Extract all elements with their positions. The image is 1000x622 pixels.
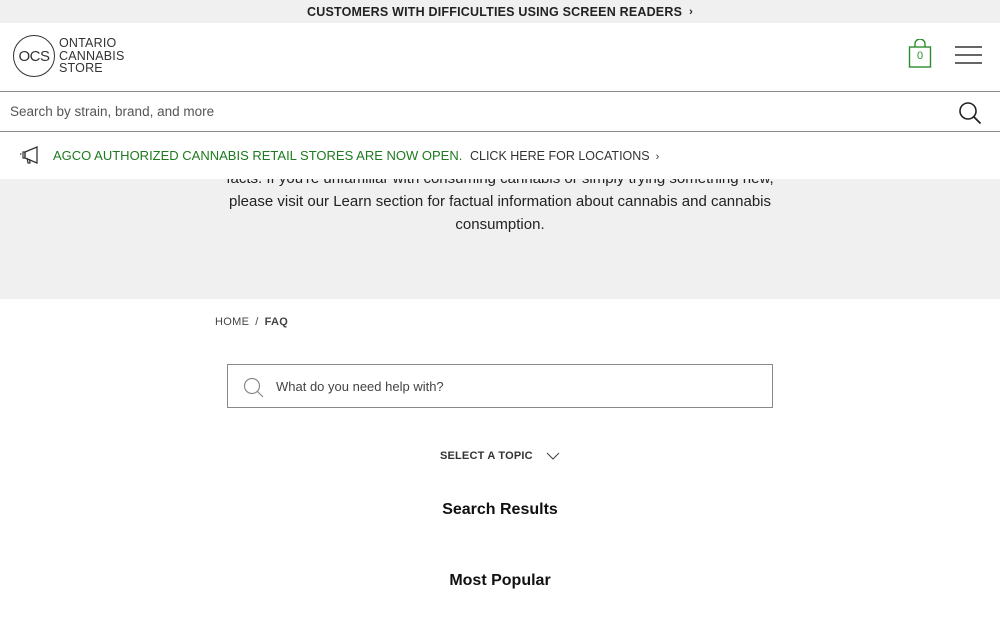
search-icon[interactable]	[958, 101, 982, 125]
chevron-right-icon: ›	[655, 151, 660, 163]
locations-link[interactable]: CLICK HERE FOR LOCATIONS ›	[470, 149, 659, 163]
intro-text: facts. If you're unfamiliar with consumi…	[226, 179, 773, 233]
intro-section: facts. If you're unfamiliar with consumi…	[0, 179, 1000, 299]
logo-line-3: STORE	[59, 61, 103, 76]
logo-line-1: ONTARIO	[59, 36, 117, 51]
help-search-box	[227, 364, 773, 408]
hamburger-menu-icon	[955, 46, 982, 64]
chevron-down-icon	[546, 452, 560, 460]
site-header: OCS ONTARIO CANNABIS STORE 0	[0, 23, 1000, 92]
site-search-input[interactable]	[0, 92, 940, 131]
most-popular-heading: Most Popular	[449, 572, 551, 589]
breadcrumb-home[interactable]: HOME	[215, 316, 249, 328]
chevron-right-icon: ›	[689, 5, 693, 18]
site-search-bar	[0, 92, 1000, 132]
menu-button[interactable]	[955, 45, 982, 65]
announcement-message: AGCO AUTHORIZED CANNABIS RETAIL STORES A…	[53, 148, 659, 163]
screen-reader-banner-text[interactable]: CUSTOMERS WITH DIFFICULTIES USING SCREEN…	[307, 5, 682, 19]
announcement-bar: AGCO AUTHORIZED CANNABIS RETAIL STORES A…	[0, 133, 1000, 179]
breadcrumb-separator: /	[255, 316, 259, 328]
ocs-logo[interactable]: OCS ONTARIO CANNABIS STORE	[13, 35, 125, 77]
logo-monogram: OCS	[13, 35, 55, 77]
search-icon	[243, 377, 264, 398]
topic-select[interactable]: SELECT A TOPIC	[0, 450, 1000, 462]
announcement-highlight: AGCO AUTHORIZED CANNABIS RETAIL STORES A…	[53, 148, 463, 163]
cart-button[interactable]: 0	[907, 38, 933, 69]
topic-select-label[interactable]: SELECT A TOPIC	[440, 450, 533, 462]
locations-link-label[interactable]: CLICK HERE FOR LOCATIONS	[470, 149, 650, 163]
breadcrumb-current: FAQ	[264, 316, 289, 328]
megaphone-icon	[20, 146, 38, 164]
screen-reader-banner[interactable]: CUSTOMERS WITH DIFFICULTIES USING SCREEN…	[0, 0, 1000, 23]
logo-wordmark: ONTARIO CANNABIS STORE	[59, 37, 125, 75]
cart-count: 0	[916, 50, 924, 62]
breadcrumb: HOME / FAQ	[215, 316, 288, 328]
search-results-heading: Search Results	[442, 501, 558, 518]
help-search-input[interactable]	[276, 365, 766, 407]
